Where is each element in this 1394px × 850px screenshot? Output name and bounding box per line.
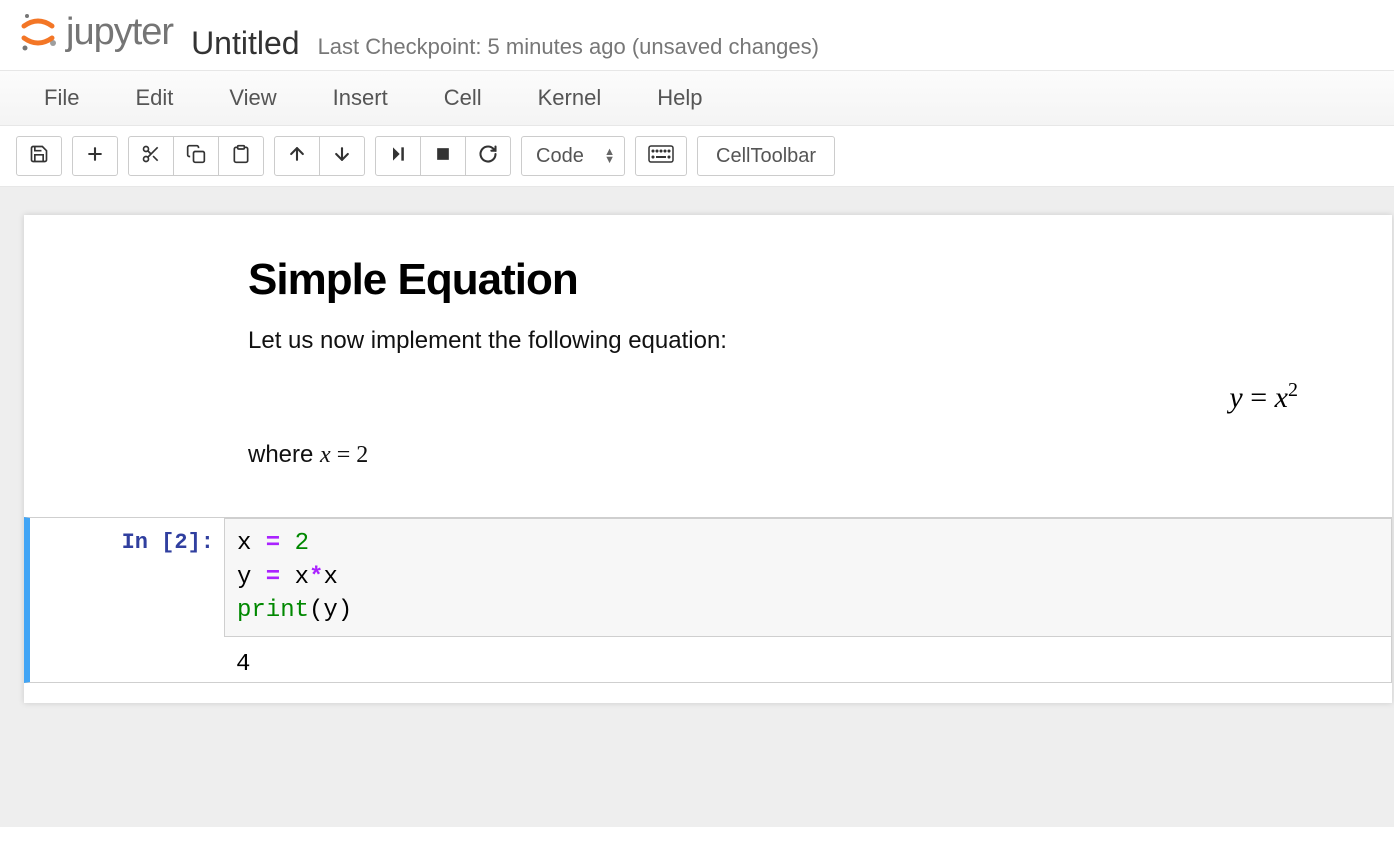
prompt-in: In [	[122, 530, 175, 555]
toolbar: Code ▲▼ CellToolbar	[0, 126, 1394, 187]
code-input-row: In [2]: x = 2 y = x*x print(y)	[30, 518, 1391, 637]
prompt-close: ]:	[188, 530, 214, 555]
stop-button[interactable]	[420, 136, 466, 176]
move-up-button[interactable]	[274, 136, 320, 176]
copy-button[interactable]	[173, 136, 219, 176]
paste-icon	[231, 144, 251, 169]
menu-edit[interactable]: Edit	[107, 71, 201, 125]
menu-view[interactable]: View	[201, 71, 304, 125]
jupyter-logo-text: jupyter	[66, 11, 173, 54]
code-cell[interactable]: In [2]: x = 2 y = x*x print(y) 4	[24, 517, 1392, 683]
save-icon	[29, 144, 49, 169]
markdown-cell[interactable]: Simple Equation Let us now implement the…	[24, 215, 1392, 513]
cell-type-select[interactable]: Code	[521, 136, 625, 176]
checkpoint-status: Last Checkpoint: 5 minutes ago (unsaved …	[318, 34, 819, 60]
keyboard-icon	[648, 145, 674, 168]
copy-icon	[186, 144, 206, 169]
menu-list: File Edit View Insert Cell Kernel Help	[16, 71, 1378, 125]
cell-toolbar-button[interactable]: CellToolbar	[697, 136, 835, 176]
plus-icon	[85, 144, 105, 169]
eq-exponent: 2	[1288, 379, 1298, 401]
where-text: where	[248, 441, 320, 468]
notebook-title[interactable]: Untitled	[191, 25, 300, 62]
markdown-where: where x = 2	[248, 441, 1368, 469]
paste-button[interactable]	[218, 136, 264, 176]
arrow-down-icon	[332, 144, 352, 169]
markdown-intro: Let us now implement the following equat…	[248, 327, 1368, 355]
move-down-button[interactable]	[319, 136, 365, 176]
input-prompt: In [2]:	[30, 518, 224, 637]
code-output: 4	[224, 637, 1391, 682]
prompt-number: 2	[174, 530, 187, 555]
eq-y: y	[1229, 381, 1242, 414]
run-button[interactable]	[375, 136, 421, 176]
output-prompt	[30, 637, 224, 682]
arrow-up-icon	[287, 144, 307, 169]
equation-display: y = x2	[248, 371, 1368, 423]
menu-kernel[interactable]: Kernel	[510, 71, 630, 125]
menu-file[interactable]: File	[16, 71, 107, 125]
cut-button[interactable]	[128, 136, 174, 176]
run-icon	[388, 144, 408, 169]
eq-x: x	[1275, 381, 1288, 414]
markdown-heading: Simple Equation	[248, 255, 1368, 305]
menu-insert[interactable]: Insert	[305, 71, 416, 125]
restart-button[interactable]	[465, 136, 511, 176]
menu-bar: File Edit View Insert Cell Kernel Help	[0, 71, 1394, 126]
code-output-row: 4	[30, 637, 1391, 682]
code-input-area[interactable]: x = 2 y = x*x print(y)	[224, 518, 1391, 637]
add-cell-button[interactable]	[72, 136, 118, 176]
notebook: Simple Equation Let us now implement the…	[24, 215, 1392, 703]
jupyter-logo[interactable]: jupyter	[16, 10, 173, 54]
menu-cell[interactable]: Cell	[416, 71, 510, 125]
where-eq: =	[331, 442, 357, 468]
save-button[interactable]	[16, 136, 62, 176]
eq-equals: =	[1243, 381, 1275, 414]
command-palette-button[interactable]	[635, 136, 687, 176]
stop-icon	[433, 144, 453, 169]
where-x: x	[320, 442, 331, 468]
restart-icon	[478, 144, 498, 169]
menu-help[interactable]: Help	[629, 71, 730, 125]
notebook-container: Simple Equation Let us now implement the…	[0, 187, 1394, 827]
where-val: 2	[356, 442, 368, 468]
scissors-icon	[141, 144, 161, 169]
notebook-header: jupyter Untitled Last Checkpoint: 5 minu…	[0, 0, 1394, 71]
jupyter-logo-icon	[16, 10, 60, 54]
